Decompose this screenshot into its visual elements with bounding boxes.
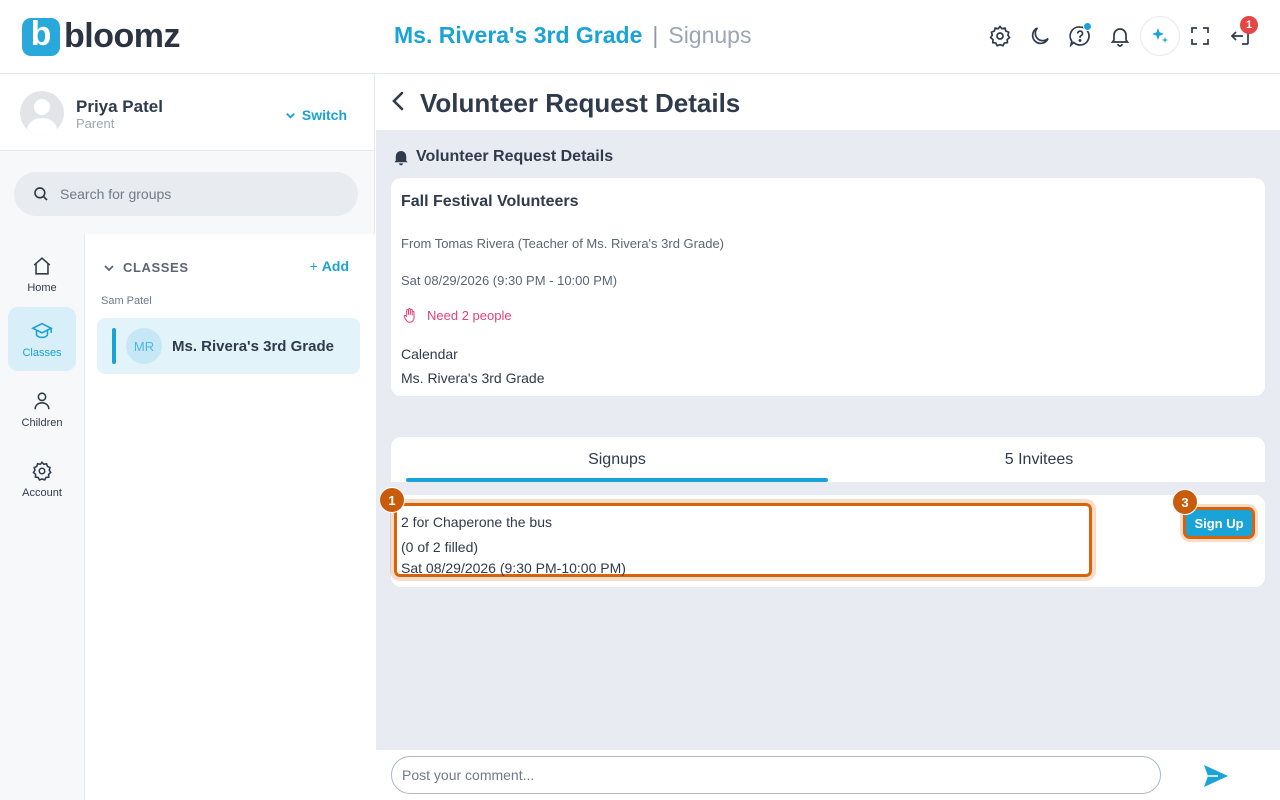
- group-name: Ms. Rivera's 3rd Grade: [172, 337, 334, 355]
- request-title: Fall Festival Volunteers: [401, 193, 579, 210]
- tab-bar: Signups 5 Invitees: [391, 437, 1265, 482]
- request-detail-card: Fall Festival Volunteers From Tomas Rive…: [391, 178, 1265, 396]
- tab-invitees[interactable]: 5 Invitees: [828, 437, 1250, 482]
- avatar: [20, 91, 64, 135]
- tab-invitees-label: 5 Invitees: [1004, 450, 1074, 468]
- moon-icon[interactable]: [1020, 16, 1060, 56]
- top-bar: b bloomz Ms. Rivera's 3rd Grade | Signup…: [0, 0, 1280, 74]
- nav-account-label: Account: [22, 486, 62, 499]
- send-icon[interactable]: [1202, 762, 1230, 790]
- classes-section-toggle[interactable]: CLASSES: [103, 260, 189, 275]
- sparkle-icon[interactable]: [1140, 16, 1180, 56]
- active-indicator: [112, 328, 116, 364]
- plus-icon: +: [309, 258, 318, 274]
- logout-icon[interactable]: 1: [1220, 16, 1260, 56]
- switch-label: Switch: [301, 107, 347, 123]
- nav-children-label: Children: [21, 416, 63, 429]
- breadcrumb-separator: |: [652, 22, 659, 48]
- chevron-down-icon: [286, 112, 295, 119]
- gear-icon: [32, 460, 52, 481]
- nav-account[interactable]: Account: [8, 447, 76, 511]
- signup-slot-card: 2 for Chaperone the bus (0 of 2 filled) …: [379, 487, 1265, 587]
- profile-role: Parent: [76, 116, 115, 131]
- classes-section-label: CLASSES: [123, 260, 189, 275]
- request-date: Sat 08/29/2026 (9:30 PM - 10:00 PM): [401, 273, 618, 288]
- help-chat-icon[interactable]: [1060, 16, 1100, 56]
- tab-signups-label: Signups: [588, 450, 646, 468]
- calendar-label: Calendar: [401, 346, 458, 362]
- slot-filled: (0 of 2 filled): [401, 539, 479, 555]
- slot-title: 2 for Chaperone the bus: [401, 514, 552, 530]
- chevron-down-icon: [104, 264, 114, 271]
- breadcrumb: Ms. Rivera's 3rd Grade | Signups: [394, 22, 751, 49]
- page-title: Volunteer Request Details: [420, 88, 741, 118]
- section-heading: Volunteer Request Details: [392, 148, 613, 166]
- hand-icon: [403, 308, 415, 323]
- nav-rail: Home Classes Children Account: [0, 234, 85, 800]
- switch-button[interactable]: Switch: [285, 107, 347, 123]
- main-content: Volunteer Request Details Volunteer Requ…: [376, 74, 1280, 800]
- child-label: Sam Patel: [101, 295, 152, 307]
- nav-home[interactable]: Home: [8, 242, 76, 306]
- profile-panel: Priya Patel Parent Switch: [0, 74, 374, 151]
- nav-classes[interactable]: Classes: [8, 307, 76, 371]
- bell-icon[interactable]: [1100, 16, 1140, 56]
- need-people-label: Need 2 people: [427, 308, 512, 323]
- status-dot: [1083, 22, 1092, 31]
- comment-input[interactable]: [391, 756, 1161, 794]
- bell-icon: [394, 151, 408, 166]
- breadcrumb-page: Signups: [668, 22, 752, 48]
- logo-mark: b: [22, 17, 60, 56]
- breadcrumb-group[interactable]: Ms. Rivera's 3rd Grade: [394, 22, 642, 49]
- page-header: Volunteer Request Details: [376, 74, 1280, 130]
- add-class-button[interactable]: + Add: [310, 258, 349, 274]
- comment-bar: [376, 750, 1280, 800]
- group-avatar: MR: [126, 328, 162, 364]
- gear-icon[interactable]: [980, 16, 1020, 56]
- search-input[interactable]: [60, 186, 340, 202]
- group-item[interactable]: MR Ms. Rivera's 3rd Grade: [97, 318, 360, 374]
- add-class-label: Add: [321, 258, 349, 274]
- active-tab-underline: [406, 478, 828, 482]
- section-heading-label: Volunteer Request Details: [416, 148, 614, 165]
- nav-home-label: Home: [27, 281, 57, 294]
- calendar-value: Ms. Rivera's 3rd Grade: [401, 370, 545, 386]
- step-marker-3: 3: [1172, 489, 1198, 515]
- back-arrow-icon[interactable]: [388, 90, 408, 112]
- notification-badge: 1: [1240, 16, 1258, 34]
- groups-panel: CLASSES + Add Sam Patel MR Ms. Rivera's 3…: [85, 234, 375, 800]
- search-icon: [34, 187, 48, 201]
- top-icons: 1: [980, 16, 1260, 56]
- profile-name: Priya Patel: [76, 97, 163, 116]
- graduation-cap-icon: [31, 322, 53, 338]
- need-people: Need 2 people: [401, 307, 512, 324]
- request-from: From Tomas Rivera (Teacher of Ms. Rivera…: [401, 236, 725, 251]
- slot-time: Sat 08/29/2026 (9:30 PM-10:00 PM): [401, 560, 626, 576]
- nav-classes-label: Classes: [22, 346, 62, 359]
- sign-up-button[interactable]: Sign Up: [1183, 507, 1255, 539]
- logo-text: bloomz: [64, 17, 180, 55]
- fullscreen-icon[interactable]: [1180, 16, 1220, 56]
- step-marker-1: 1: [379, 487, 405, 513]
- person-icon: [34, 391, 50, 409]
- tab-signups[interactable]: Signups: [406, 437, 828, 482]
- nav-children[interactable]: Children: [8, 377, 76, 441]
- bloomz-logo[interactable]: b bloomz: [22, 17, 180, 56]
- group-search: [14, 172, 358, 216]
- left-sidebar: Priya Patel Parent Switch Home Classes C…: [0, 74, 375, 800]
- home-icon: [33, 256, 51, 275]
